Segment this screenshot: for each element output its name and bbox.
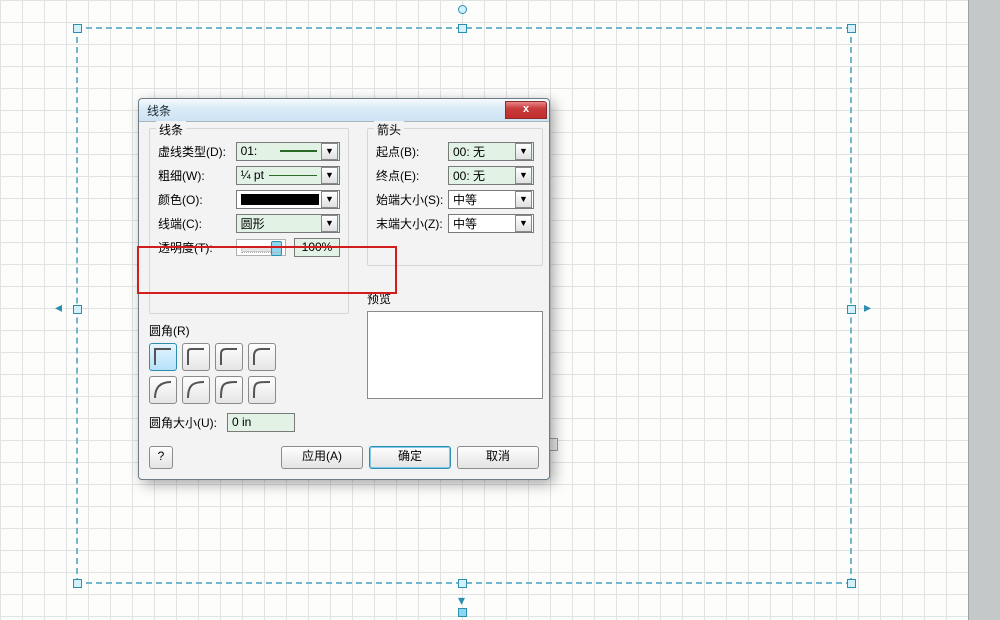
- chevron-down-icon: ▼: [515, 167, 532, 184]
- dash-value: 01:: [241, 144, 278, 158]
- chevron-down-icon: ▼: [321, 215, 338, 232]
- endsize-value: 中等: [453, 215, 513, 232]
- handle-ne[interactable]: [847, 24, 856, 33]
- handle-sw[interactable]: [73, 579, 82, 588]
- chevron-down-icon: ▼: [515, 215, 532, 232]
- begin-combo[interactable]: 00: 无 ▼: [448, 142, 534, 161]
- chevron-down-icon: ▼: [515, 143, 532, 160]
- handle-nw[interactable]: [73, 24, 82, 33]
- handle-s[interactable]: [458, 579, 467, 588]
- handle-se[interactable]: [847, 579, 856, 588]
- right-gutter: [968, 0, 1000, 620]
- handle-w[interactable]: [73, 305, 82, 314]
- weight-combo[interactable]: ¼ pt ▼: [236, 166, 340, 185]
- endsize-combo[interactable]: 中等 ▼: [448, 214, 534, 233]
- beginsize-value: 中等: [453, 191, 513, 208]
- handle-e[interactable]: [847, 305, 856, 314]
- corner-style-5[interactable]: [149, 376, 177, 404]
- close-button[interactable]: x: [505, 101, 547, 119]
- chevron-down-icon: ▼: [515, 191, 532, 208]
- corner-size-input[interactable]: 0 in: [227, 413, 295, 432]
- chevron-down-icon: ▼: [321, 143, 338, 160]
- group-line-legend: 线条: [156, 121, 186, 138]
- label-weight: 粗细(W):: [158, 167, 232, 184]
- corner-style-2[interactable]: [182, 343, 210, 371]
- end-combo[interactable]: 00: 无 ▼: [448, 166, 534, 185]
- beginsize-combo[interactable]: 中等 ▼: [448, 190, 534, 209]
- corner-style-3[interactable]: [215, 343, 243, 371]
- begin-value: 00: 无: [453, 143, 513, 160]
- autoconnect-down-icon[interactable]: ▾: [458, 593, 465, 607]
- autoconnect-left-icon[interactable]: ◂: [55, 300, 62, 314]
- label-endsize: 末端大小(Z):: [376, 215, 444, 232]
- rotation-handle[interactable]: [458, 5, 467, 14]
- cap-value: 圆形: [241, 215, 319, 232]
- handle-n[interactable]: [458, 24, 467, 33]
- color-combo[interactable]: ▼: [236, 190, 340, 209]
- end-value: 00: 无: [453, 167, 513, 184]
- label-cornersize: 圆角大小(U):: [149, 414, 223, 431]
- dialog-title: 线条: [147, 102, 505, 119]
- apply-button[interactable]: 应用(A): [281, 446, 363, 469]
- dash-combo[interactable]: 01: ▼: [236, 142, 340, 161]
- help-icon: ?: [158, 449, 165, 463]
- handle-extra-s[interactable]: [458, 608, 467, 617]
- line-dialog: 线条 x 线条 虚线类型(D): 01: ▼: [138, 98, 550, 480]
- label-dash: 虚线类型(D):: [158, 143, 232, 160]
- label-corners: 圆角(R): [149, 322, 349, 339]
- preview-box: [367, 311, 543, 399]
- corner-style-4[interactable]: [248, 343, 276, 371]
- label-end: 终点(E):: [376, 167, 444, 184]
- color-swatch: [241, 194, 319, 205]
- chevron-down-icon: ▼: [321, 167, 338, 184]
- highlight-box: [137, 246, 397, 294]
- cancel-button[interactable]: 取消: [457, 446, 539, 469]
- corner-style-8[interactable]: [248, 376, 276, 404]
- dash-preview: [280, 150, 317, 152]
- label-color: 颜色(O):: [158, 191, 232, 208]
- label-cap: 线端(C):: [158, 215, 232, 232]
- weight-preview: [269, 175, 317, 176]
- corner-style-1[interactable]: [149, 343, 177, 371]
- chevron-down-icon: ▼: [321, 191, 338, 208]
- cap-combo[interactable]: 圆形 ▼: [236, 214, 340, 233]
- ok-button[interactable]: 确定: [369, 446, 451, 469]
- corner-style-7[interactable]: [215, 376, 243, 404]
- label-beginsize: 始端大小(S):: [376, 191, 444, 208]
- weight-value: ¼ pt: [241, 168, 267, 182]
- group-arrows-legend: 箭头: [374, 121, 404, 138]
- corner-style-6[interactable]: [182, 376, 210, 404]
- autoconnect-right-icon[interactable]: ▸: [864, 300, 871, 314]
- titlebar[interactable]: 线条 x: [139, 99, 549, 122]
- label-begin: 起点(B):: [376, 143, 444, 160]
- help-button[interactable]: ?: [149, 446, 173, 469]
